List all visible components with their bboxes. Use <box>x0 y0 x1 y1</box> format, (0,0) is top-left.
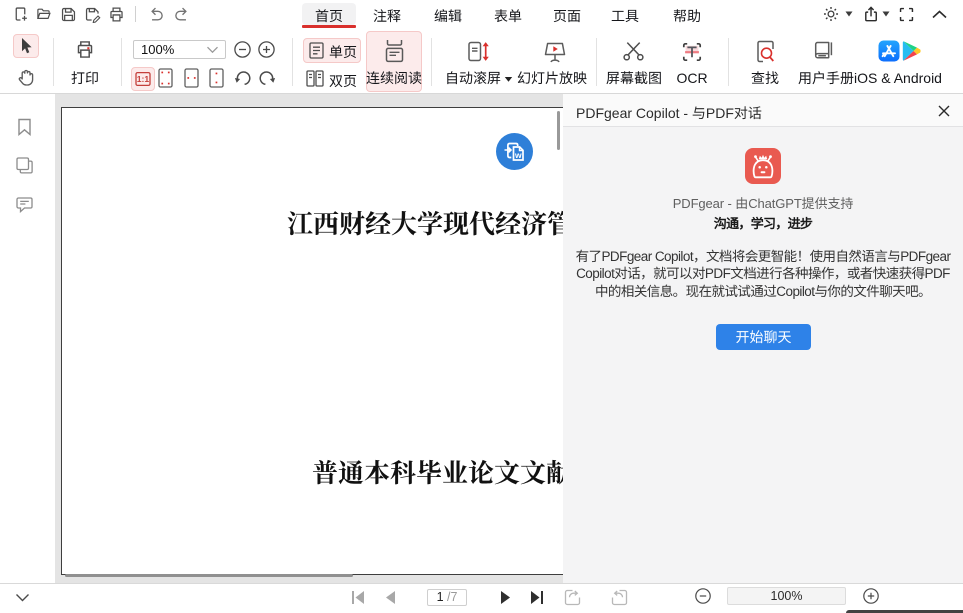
svg-text:w: w <box>514 150 522 160</box>
svg-text:1:1: 1:1 <box>137 74 150 84</box>
